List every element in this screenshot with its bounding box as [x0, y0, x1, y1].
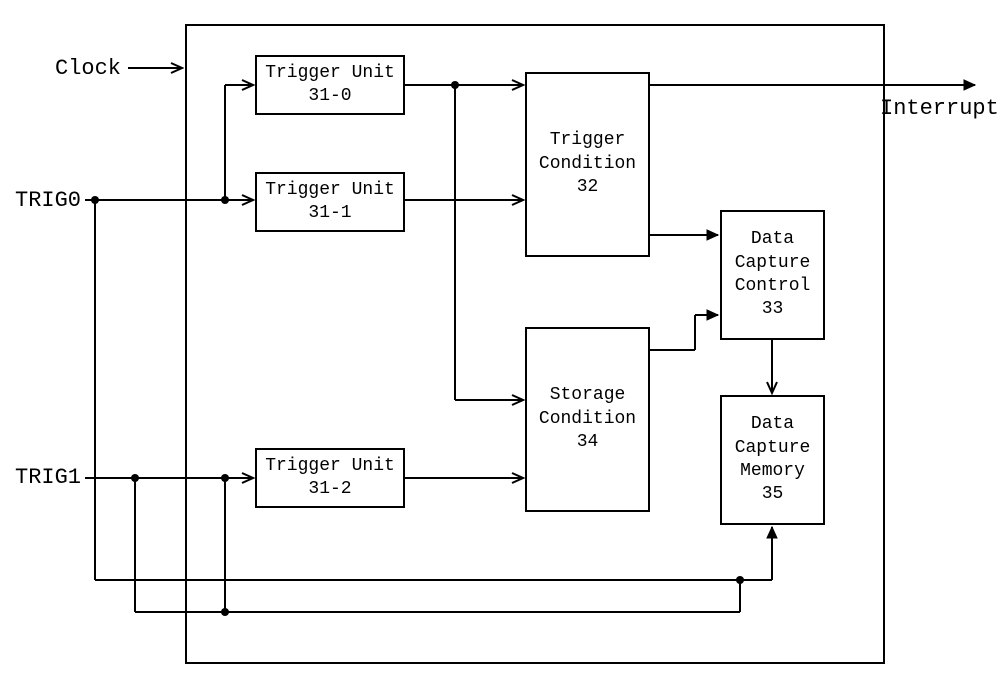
block-title: Trigger Unit: [265, 62, 395, 85]
block-id: 31-1: [308, 202, 351, 225]
block-id: 34: [577, 431, 599, 454]
storage-condition: Storage Condition 34: [525, 327, 650, 512]
block-title: Data: [751, 413, 794, 436]
block-title3: Control: [735, 275, 811, 298]
block-id: 32: [577, 176, 599, 199]
block-title2: Capture: [735, 437, 811, 460]
trig0-label: TRIG0: [15, 188, 81, 213]
block-title: Trigger Unit: [265, 455, 395, 478]
diagram-canvas: Clock TRIG0 TRIG1 Interrupt Trigger Unit…: [0, 0, 1000, 687]
block-id: 35: [762, 483, 784, 506]
block-id: 31-2: [308, 478, 351, 501]
block-title: Trigger Unit: [265, 179, 395, 202]
trigger-unit-0: Trigger Unit 31-0: [255, 55, 405, 115]
interrupt-label: Interrupt: [880, 96, 999, 121]
trigger-unit-1: Trigger Unit 31-1: [255, 172, 405, 232]
block-title: Data: [751, 228, 794, 251]
block-title2: Condition: [539, 153, 636, 176]
block-id: 31-0: [308, 85, 351, 108]
block-title: Storage: [550, 384, 626, 407]
trigger-unit-2: Trigger Unit 31-2: [255, 448, 405, 508]
block-id: 33: [762, 298, 784, 321]
data-capture-control: Data Capture Control 33: [720, 210, 825, 340]
clock-label: Clock: [55, 56, 121, 81]
trig1-label: TRIG1: [15, 465, 81, 490]
block-title2: Condition: [539, 408, 636, 431]
block-title: Trigger: [550, 129, 626, 152]
trigger-condition: Trigger Condition 32: [525, 72, 650, 257]
data-capture-memory: Data Capture Memory 35: [720, 395, 825, 525]
block-title3: Memory: [740, 460, 805, 483]
block-title2: Capture: [735, 252, 811, 275]
